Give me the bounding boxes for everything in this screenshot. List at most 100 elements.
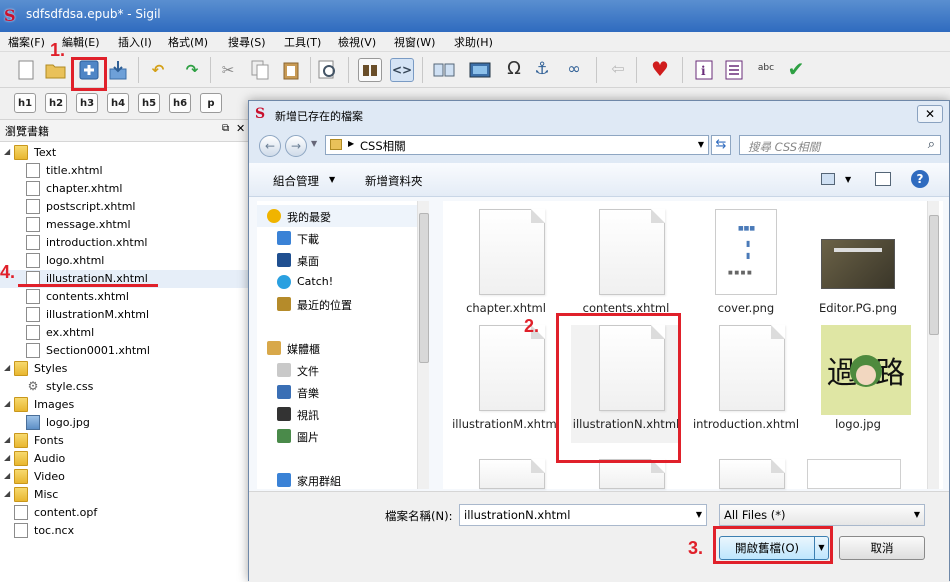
undo-icon[interactable]: ↶	[146, 58, 170, 82]
forward-button-icon[interactable]: →	[285, 135, 307, 157]
menu-insert[interactable]: 插入(I)	[118, 34, 152, 50]
file-item[interactable]: Editor.PG.png	[803, 209, 913, 327]
find-replace-icon[interactable]	[316, 58, 340, 82]
tree-file[interactable]: postscript.xhtml	[0, 198, 250, 216]
view-options-icon[interactable]	[821, 173, 835, 185]
code-view-icon[interactable]: <>	[390, 58, 414, 82]
nav-item[interactable]: 圖片	[257, 425, 427, 447]
nav-item[interactable]: 文件	[257, 359, 427, 381]
close-panel-icon[interactable]: ✕	[236, 122, 245, 135]
toc-editor-icon[interactable]	[722, 58, 746, 82]
preview-pane-icon[interactable]	[875, 172, 891, 186]
file-item[interactable]: introduction.xhtml	[691, 325, 801, 443]
tree-file[interactable]: content.opf	[0, 504, 250, 522]
heading-h1-button[interactable]: h1	[14, 93, 36, 113]
tree-folder[interactable]: ◢ Video	[0, 468, 250, 486]
menu-search[interactable]: 搜尋(S)	[228, 34, 266, 50]
copy-icon[interactable]	[248, 58, 272, 82]
file-item[interactable]: illustrationM.xhtml	[451, 325, 561, 443]
cut-icon[interactable]: ✂	[216, 58, 240, 82]
nav-item[interactable]: 下載	[257, 227, 427, 249]
view-chevron-icon[interactable]: ▼	[845, 175, 851, 184]
expand-arrow-icon[interactable]: ◢	[4, 453, 10, 462]
new-folder-button[interactable]: 新增資料夾	[365, 173, 423, 189]
menu-tools[interactable]: 工具(T)	[284, 34, 321, 50]
menu-help[interactable]: 求助(H)	[454, 34, 493, 50]
expand-arrow-icon[interactable]: ◢	[4, 489, 10, 498]
path-dropdown-icon[interactable]: ▼	[698, 140, 704, 149]
refresh-icon[interactable]: ⇆	[711, 135, 731, 155]
expand-arrow-icon[interactable]: ◢	[4, 471, 10, 480]
nav-scrollbar[interactable]	[417, 201, 429, 489]
nav-item[interactable]: 我的最愛	[257, 205, 427, 227]
tree-folder[interactable]: ◢ Text	[0, 144, 250, 162]
tree-folder[interactable]: ◢ Fonts	[0, 432, 250, 450]
book-view-icon[interactable]	[358, 58, 382, 82]
heading-h2-button[interactable]: h2	[45, 93, 67, 113]
tree-file[interactable]: ex.xhtml	[0, 324, 250, 342]
tree-file[interactable]: logo.xhtml	[0, 252, 250, 270]
search-icon[interactable]: ⌕	[928, 137, 935, 152]
insert-special-char-icon[interactable]: Ω	[502, 57, 526, 81]
nav-item[interactable]: 媒體櫃	[257, 337, 427, 359]
menu-format[interactable]: 格式(M)	[168, 34, 208, 50]
dialog-close-icon[interactable]: ✕	[917, 105, 943, 123]
tree-file[interactable]: logo.jpg	[0, 414, 250, 432]
donate-heart-icon[interactable]: ♥	[648, 57, 672, 81]
back-arrow-icon[interactable]: ⇦	[606, 57, 630, 81]
file-item[interactable]: 過路 logo.jpg	[803, 325, 913, 443]
file-item[interactable]: ■■■ ▮ ▮ ■ ■ ■ ■ cover.png	[691, 209, 801, 327]
tree-folder[interactable]: ◢ Images	[0, 396, 250, 414]
nav-item[interactable]: 最近的位置	[257, 293, 427, 315]
menu-view[interactable]: 檢視(V)	[338, 34, 376, 50]
expand-arrow-icon[interactable]: ◢	[4, 147, 10, 156]
heading-h6-button[interactable]: h6	[169, 93, 191, 113]
nav-item[interactable]: Catch!	[257, 271, 427, 293]
heading-h3-button[interactable]: h3	[76, 93, 98, 113]
menu-file[interactable]: 檔案(F)	[8, 34, 45, 50]
tree-file[interactable]: introduction.xhtml	[0, 234, 250, 252]
help-icon[interactable]: ?	[911, 170, 929, 188]
tree-file[interactable]: title.xhtml	[0, 162, 250, 180]
menu-edit[interactable]: 編輯(E)	[62, 34, 100, 50]
cancel-button[interactable]: 取消	[839, 536, 925, 560]
expand-arrow-icon[interactable]: ◢	[4, 435, 10, 444]
tree-folder[interactable]: ◢ Audio	[0, 450, 250, 468]
nav-item[interactable]: 家用群組	[257, 469, 427, 491]
split-icon[interactable]	[432, 58, 456, 82]
tree-file[interactable]: chapter.xhtml	[0, 180, 250, 198]
redo-icon[interactable]: ↷	[180, 58, 204, 82]
tree-file[interactable]: Section0001.xhtml	[0, 342, 250, 360]
float-panel-icon[interactable]: ⧉	[222, 123, 229, 134]
nav-item[interactable]: 桌面	[257, 249, 427, 271]
tree-file[interactable]: illustrationM.xhtml	[0, 306, 250, 324]
open-folder-icon[interactable]	[44, 58, 68, 82]
expand-arrow-icon[interactable]: ◢	[4, 363, 10, 372]
tree-file[interactable]: ⚙ style.css	[0, 378, 250, 396]
paste-icon[interactable]	[279, 58, 303, 82]
heading-h5-button[interactable]: h5	[138, 93, 160, 113]
insert-anchor-icon[interactable]: ⚓	[530, 57, 554, 81]
file-item[interactable]: chapter.xhtml	[451, 209, 561, 327]
recent-locations-chevron-icon[interactable]: ▼	[311, 139, 317, 148]
insert-link-icon[interactable]: ∞	[562, 57, 586, 81]
tree-file[interactable]: contents.xhtml	[0, 288, 250, 306]
metadata-editor-icon[interactable]: i	[692, 58, 716, 82]
file-type-select[interactable]: All Files (*) ▼	[719, 504, 925, 526]
save-icon[interactable]	[106, 58, 130, 82]
paragraph-button[interactable]: p	[200, 93, 222, 113]
tree-folder[interactable]: ◢ Misc	[0, 486, 250, 504]
back-button-icon[interactable]: ←	[259, 135, 281, 157]
filename-input[interactable]: illustrationN.xhtml ▼	[459, 504, 707, 526]
nav-item[interactable]: 視訊	[257, 403, 427, 425]
filename-dropdown-icon[interactable]: ▼	[696, 510, 702, 519]
content-scrollbar[interactable]	[927, 201, 939, 489]
expand-arrow-icon[interactable]: ◢	[4, 399, 10, 408]
new-file-icon[interactable]	[14, 58, 38, 82]
search-field[interactable]: 搜尋 CSS相關 ⌕	[739, 135, 941, 155]
menu-window[interactable]: 視窗(W)	[394, 34, 435, 50]
nav-item[interactable]: 音樂	[257, 381, 427, 403]
path-breadcrumb[interactable]: ▶ CSS相關 ▼	[325, 135, 709, 155]
tree-file[interactable]: message.xhtml	[0, 216, 250, 234]
insert-image-icon[interactable]	[468, 58, 492, 82]
